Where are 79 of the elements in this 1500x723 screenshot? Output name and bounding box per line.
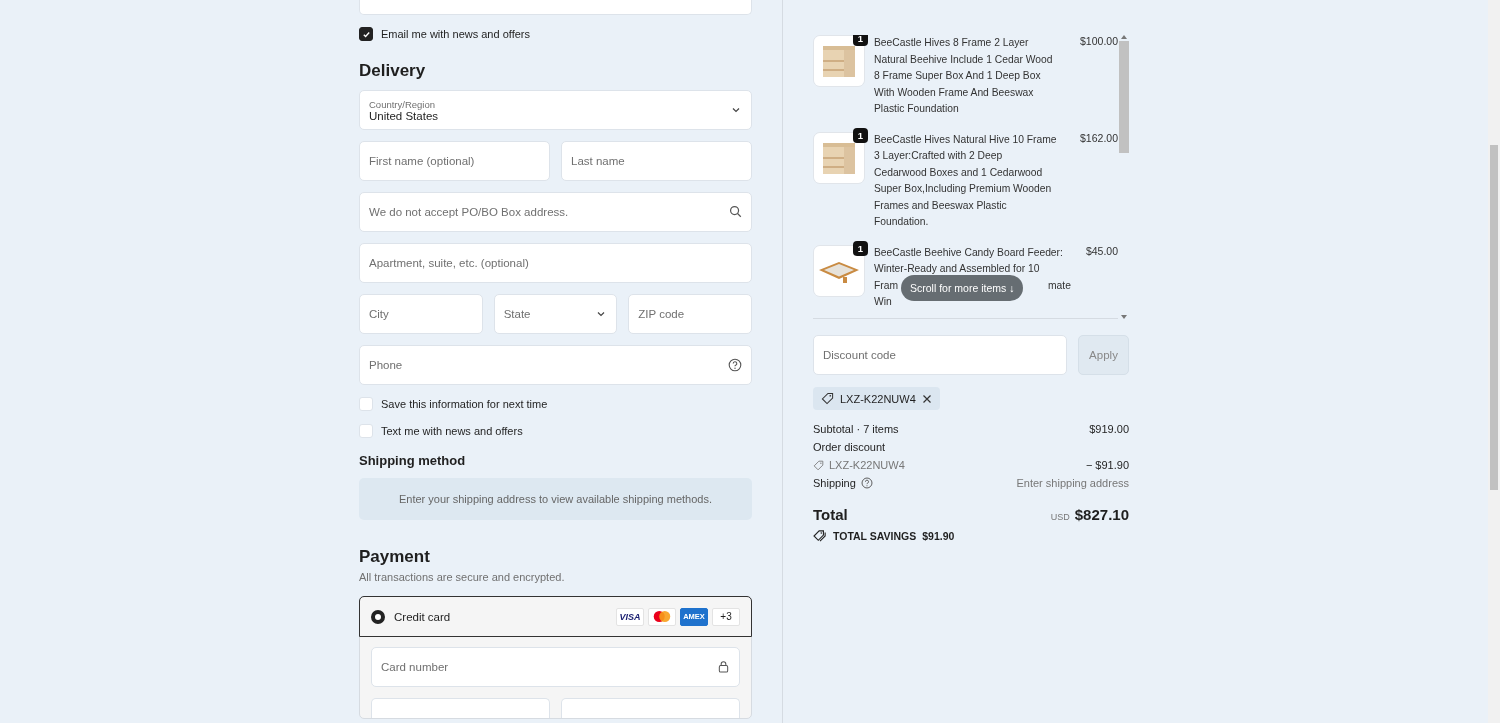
quantity-badge: 1 <box>853 35 868 46</box>
tags-icon <box>813 530 827 542</box>
item-price: $45.00 <box>1085 244 1118 259</box>
checkbox-label: Save this information for next time <box>381 398 548 410</box>
visa-logo: VISA <box>616 607 644 626</box>
item-title-fragment: Win <box>874 295 892 309</box>
help-icon <box>860 477 873 489</box>
search-icon <box>729 205 742 218</box>
item-price: $162.00 <box>1080 131 1118 146</box>
discount-code: LXZ-K22NUW4 <box>829 459 905 471</box>
item-title-line: With Wooden Frame And Beeswax <box>874 85 1034 100</box>
item-title-fragment: Fram <box>874 278 899 293</box>
more-cards-badge: +3 <box>712 607 740 626</box>
summary-value: Enter shipping address <box>1016 477 1129 489</box>
close-icon[interactable] <box>921 393 932 404</box>
mastercard-logo <box>648 607 676 626</box>
input-field[interactable]: Last name <box>561 141 752 181</box>
checkbox-label: Text me with news and offers <box>381 425 523 437</box>
input-field[interactable]: ZIP code <box>628 294 752 334</box>
item-title-line: Cedarwood Boxes and 1 Cedarwood <box>874 165 1043 180</box>
section-title: Delivery <box>359 61 427 81</box>
address-field[interactable]: We do not accept PO/BO Box address. <box>359 192 752 232</box>
summary-value: − $91.90 <box>1085 459 1129 471</box>
section-title: Payment <box>359 547 431 567</box>
item-title-line: BeeCastle Beehive Candy Board Feeder: <box>874 245 1063 260</box>
savings-amount: $91.90 <box>922 530 955 542</box>
item-title-line: Super Box,Including Premium Wooden <box>874 182 1052 196</box>
radio-button[interactable] <box>371 609 385 624</box>
scroll-hint-button[interactable]: Scroll for more items ↓ <box>901 275 1024 301</box>
scroll-down-arrow-icon[interactable] <box>1121 315 1127 319</box>
checkbox-label: Email me with news and offers <box>381 28 530 40</box>
item-title-line: BeeCastle Hives Natural Hive 10 Frame <box>874 132 1057 147</box>
total-amount: $827.10 <box>1074 506 1129 523</box>
apply-button[interactable]: Apply <box>1078 335 1129 375</box>
item-title-line: BeeCastle Hives 8 Frame 2 Layer <box>874 36 1029 50</box>
item-title-line: 8 Frame Super Box And 1 Deep Box <box>874 69 1041 83</box>
scrollbar[interactable] <box>1488 0 1500 723</box>
input-field[interactable] <box>561 698 740 718</box>
item-title-line: Plastic Foundation <box>874 102 959 116</box>
summary-value: $919.00 <box>1089 423 1129 435</box>
state-select[interactable]: State <box>493 294 618 334</box>
phone-field[interactable]: Phone <box>359 345 752 385</box>
input-field[interactable]: First name (optional) <box>359 141 550 181</box>
check-icon <box>361 29 371 39</box>
tag-icon <box>821 392 834 405</box>
chevron-down-icon <box>731 105 741 115</box>
quantity-badge: 1 <box>853 127 868 143</box>
input-field[interactable] <box>371 698 550 718</box>
summary-label: Order discount <box>813 441 886 453</box>
checkbox[interactable] <box>359 27 373 41</box>
item-title-line: Winter-Ready and Assembled for 10 <box>874 262 1040 276</box>
item-title-line: Natural Beehive Include 1 Cedar Wood <box>874 52 1053 67</box>
discount-code-field[interactable]: Discount code <box>813 335 1067 375</box>
savings-label: TOTAL SAVINGS <box>833 530 917 542</box>
total-label: Total <box>813 506 848 523</box>
card-number-field[interactable]: Card number <box>371 647 740 687</box>
discount-tag: LXZ-K22NUW4 <box>813 387 940 410</box>
tag-icon <box>813 459 824 471</box>
section-subtitle: All transactions are secure and encrypted. <box>359 571 566 583</box>
input-field[interactable]: City <box>359 294 483 334</box>
shipping-notice: Enter your shipping address to view available shipping methods. <box>359 478 752 520</box>
item-title-fragment: mate <box>1047 278 1071 293</box>
item-title-line: 3 Layer:Crafted with 2 Deep <box>874 149 1003 163</box>
chevron-down-icon <box>596 309 607 319</box>
item-title-line: Foundation. <box>874 215 929 229</box>
summary-label: Subtotal · 7 items <box>813 423 899 435</box>
quantity-badge: 1 <box>853 240 868 256</box>
country-select[interactable]: Country/Region United States <box>359 90 752 130</box>
summary-label: Shipping <box>813 477 856 489</box>
input-field[interactable] <box>359 0 752 15</box>
section-title: Shipping method <box>359 453 467 468</box>
scroll-up-arrow-icon[interactable] <box>1121 35 1127 39</box>
currency-label: USD <box>1050 512 1070 522</box>
item-title-line: Frames and Beeswax Plastic <box>874 198 1007 213</box>
scrollbar[interactable] <box>1119 35 1129 319</box>
lock-icon <box>717 660 730 673</box>
help-icon <box>728 358 742 372</box>
input-field[interactable]: Apartment, suite, etc. (optional) <box>359 243 752 283</box>
item-price: $100.00 <box>1080 35 1118 49</box>
